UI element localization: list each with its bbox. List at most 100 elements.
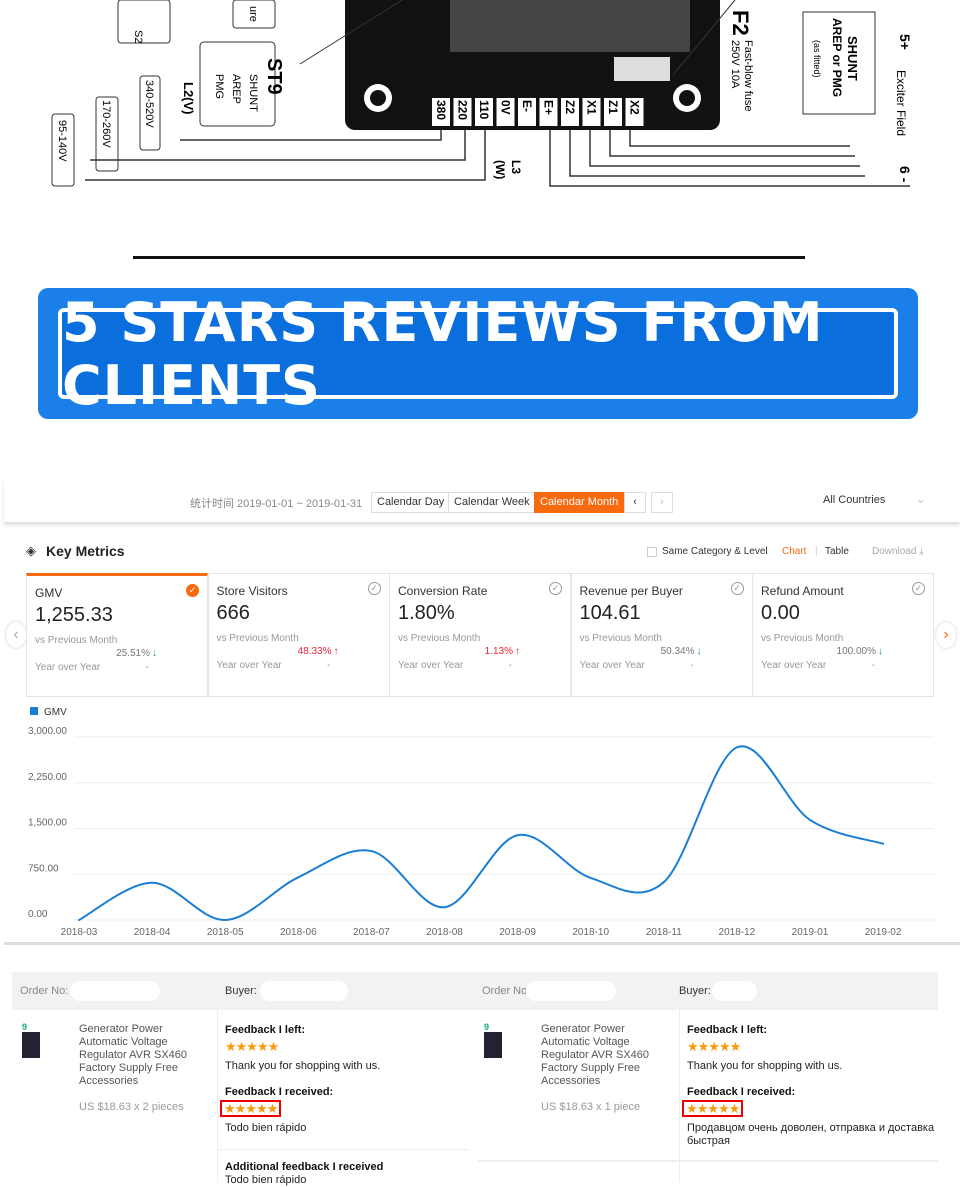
y-tick-label: 0.00 — [28, 909, 48, 920]
diag-label: 95-140V — [56, 120, 68, 162]
product-title-line: Automatic Voltage — [541, 1036, 630, 1048]
data-point — [78, 919, 80, 921]
metric-change: 100.00% — [836, 646, 876, 657]
redacted-order-no — [526, 981, 616, 1001]
gmv-line-chart: GMV 3,000.00 2,250.00 1,500.00 750.00 0.00 201… — [28, 707, 934, 938]
terminal-label: 380 — [434, 100, 448, 120]
product-price: US $18.63 x 1 piece — [541, 1101, 641, 1113]
metric-change: 1.13% — [484, 646, 513, 657]
same-category-checkbox[interactable] — [647, 547, 657, 557]
diag-label: AREP or PMG — [830, 18, 844, 97]
metric-value: 666 — [216, 602, 250, 624]
star-rating-received: ★★★★★ — [682, 1100, 744, 1117]
check-icon[interactable]: ✓ — [367, 582, 381, 595]
product-thumbnail[interactable]: 9 — [484, 1022, 512, 1067]
redacted-order-no — [70, 981, 160, 1001]
diag-label: SHUNT — [845, 36, 860, 81]
diag-label: 6 - — [897, 166, 913, 183]
product-title[interactable]: Generator Power Automatic Voltage Regulato… — [541, 1023, 671, 1088]
product-title-line: Accessories — [79, 1075, 139, 1087]
date-toolbar: 统计时间 2019-01-01 ~ 2019-01-31 Calendar Da… — [4, 478, 960, 522]
feedback-received-title: Feedback I received: — [225, 1086, 334, 1098]
yoy-value: - — [690, 660, 694, 671]
orders-feedback: Order No: Buyer: 9 Generator Power Automa… — [12, 972, 938, 1186]
diag-label: 340-520V — [143, 80, 155, 128]
yoy-label: Year over Year — [761, 660, 827, 671]
metric-card[interactable]: GMV 1,255.33 ✓ vs Previous Month 25.51% ↓… — [26, 573, 208, 697]
feedback-left-text: Thank you for shopping with us. — [225, 1060, 381, 1072]
carousel-next-button[interactable]: › — [936, 622, 956, 648]
diag-label: L2(V) — [181, 82, 196, 115]
wiring-diagram: S2 ure ST9 SHUNT AREP PMG L2(V) 340-520V… — [51, 0, 913, 187]
product-title-line: Factory Supply Free — [541, 1062, 641, 1074]
diag-label: L3 — [509, 160, 523, 174]
carousel-prev-button[interactable]: ‹ — [6, 622, 26, 648]
diag-label: (as fitted) — [812, 40, 822, 78]
diag-label: AREP — [230, 74, 242, 104]
yoy-value: - — [508, 660, 512, 671]
calendar-day-button[interactable]: Calendar Day — [371, 492, 451, 513]
product-title-line: Generator Power — [79, 1023, 163, 1035]
additional-feedback-title: Additional feedback I received — [225, 1161, 384, 1173]
diag-label: SHUNT — [247, 74, 259, 112]
divider — [133, 256, 805, 259]
y-tick-label: 1,500.00 — [28, 818, 67, 829]
vs-previous-label: vs Previous Month — [579, 633, 662, 644]
product-title-line: Automatic Voltage — [79, 1036, 168, 1048]
product-title-line: Regulator AVR SX460 — [541, 1049, 650, 1061]
metric-card[interactable]: Store Visitors 666 ✓ vs Previous Month 4… — [207, 573, 390, 697]
calendar-week-button[interactable]: Calendar Week — [448, 492, 536, 513]
star-rating-received: ★★★★★ — [220, 1100, 282, 1117]
product-thumbnail[interactable]: 9 — [22, 1022, 50, 1067]
data-point — [224, 919, 227, 921]
vs-previous-label: vs Previous Month — [35, 635, 118, 646]
x-tick-label: 2018-06 — [280, 927, 317, 938]
calendar-month-button[interactable]: Calendar Month — [534, 492, 625, 513]
feedback-received-text: Todo bien rápido — [225, 1122, 307, 1134]
same-category-label: Same Category & Level — [662, 546, 768, 557]
chart-toggle[interactable]: Chart — [782, 546, 806, 557]
prev-button[interactable]: ‹ — [624, 492, 646, 513]
legend-swatch — [30, 707, 38, 715]
metric-change: 25.51% — [116, 648, 150, 659]
chevron-down-icon[interactable]: ⌄ — [916, 493, 925, 506]
metric-card[interactable]: Refund Amount 0.00 ✓ vs Previous Month 1… — [752, 573, 934, 697]
diag-label: PMG — [213, 74, 225, 99]
x-tick-label: 2018-03 — [61, 927, 98, 938]
yoy-value: - — [145, 662, 149, 673]
check-icon[interactable]: ✓ — [549, 582, 562, 595]
banner-title: 5 STARS REVIEWS FROM CLIENTS — [62, 290, 824, 417]
metric-value: 0.00 — [761, 602, 800, 624]
feedback-left-text: Thank you for shopping with us. — [687, 1060, 843, 1072]
diag-label: ST9 — [263, 58, 285, 95]
y-tick-label: 2,250.00 — [28, 772, 67, 783]
buyer-label: Buyer: — [679, 985, 711, 997]
metric-card[interactable]: Conversion Rate 1.80% ✓ vs Previous Mont… — [389, 573, 571, 697]
next-button[interactable]: › — [651, 492, 673, 513]
x-tick-label: 2018-10 — [572, 927, 609, 938]
product-title-line: Generator Power — [541, 1023, 625, 1035]
yoy-label: Year over Year — [216, 660, 282, 671]
key-metrics-panel: ◈ Key Metrics Same Category & Level Char… — [4, 530, 960, 945]
feedback-received-text: Продавцом очень доволен, отправка и дост… — [687, 1122, 935, 1147]
layers-icon: ◈ — [26, 543, 36, 558]
country-select[interactable]: All Countries — [823, 494, 885, 506]
download-button[interactable]: Download ⤓ — [872, 546, 924, 557]
check-icon[interactable]: ✓ — [912, 582, 925, 595]
order-no-label: Order No: — [20, 985, 69, 997]
metric-value: 104.61 — [579, 602, 641, 624]
section-title: Key Metrics — [46, 543, 125, 559]
y-tick-label: 3,000.00 — [28, 726, 67, 737]
metric-label: Store Visitors — [216, 584, 288, 598]
diag-label: 250V 10A — [729, 40, 741, 89]
metric-label: Conversion Rate — [398, 584, 488, 598]
redacted-buyer — [712, 981, 757, 1001]
product-title[interactable]: Generator Power Automatic Voltage Regulato… — [79, 1023, 209, 1088]
check-icon[interactable]: ✓ — [186, 584, 199, 597]
check-icon[interactable]: ✓ — [730, 582, 744, 595]
metric-label: Revenue per Buyer — [579, 584, 683, 598]
star-rating-left: ★★★★★ — [225, 1039, 279, 1054]
table-toggle[interactable]: Table — [825, 546, 849, 557]
metric-card[interactable]: Revenue per Buyer 104.61 ✓ vs Previous M… — [570, 573, 753, 697]
gmv-series-line — [78, 745, 884, 922]
